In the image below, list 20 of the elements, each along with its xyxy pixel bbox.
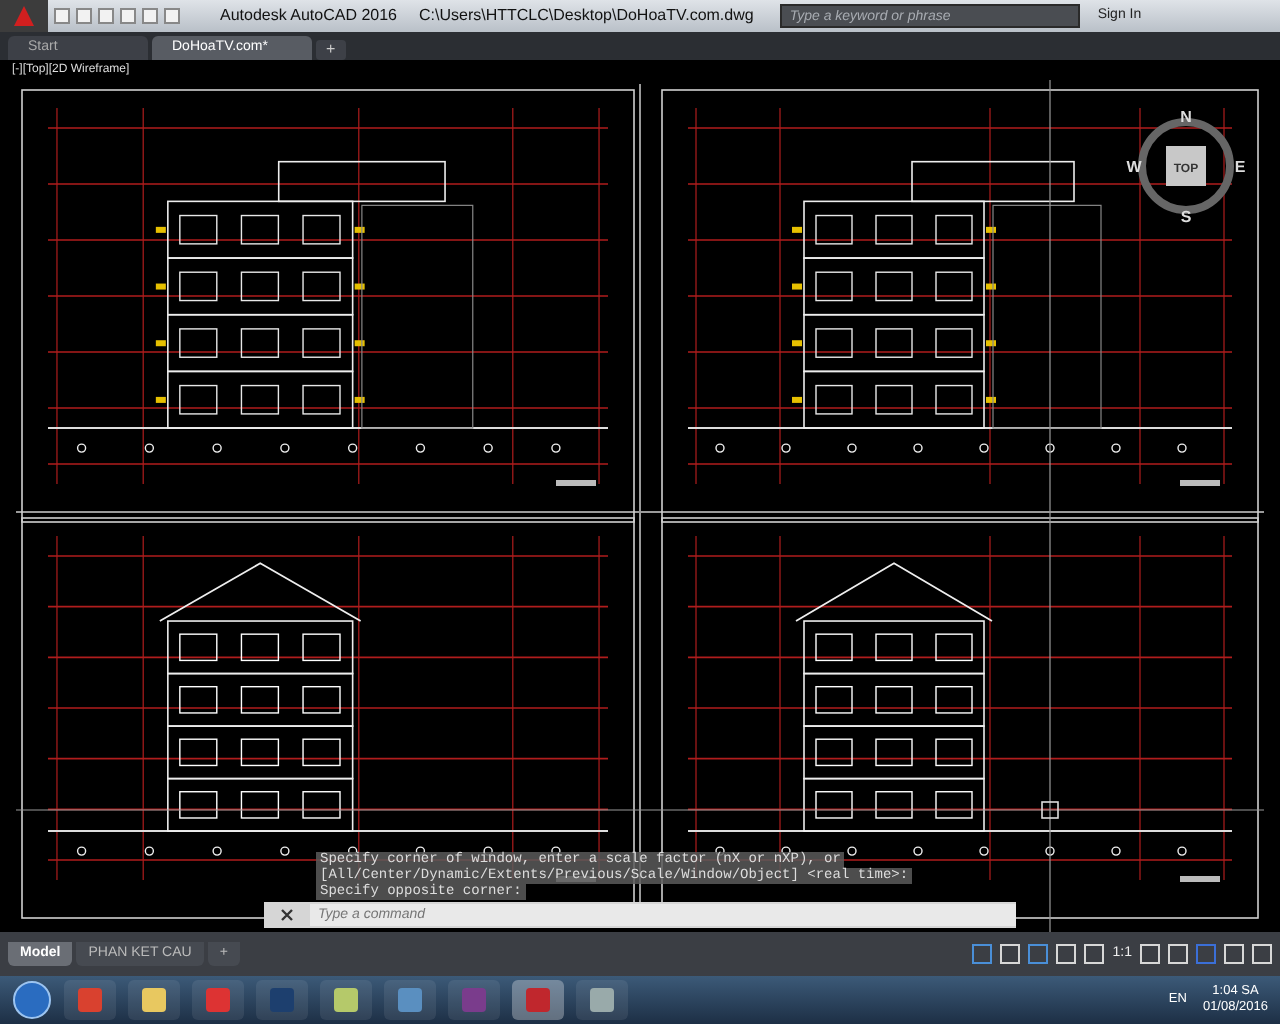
taskbar-app-icon[interactable] xyxy=(384,980,436,1020)
compass-north-label[interactable]: N xyxy=(1180,108,1192,126)
taskbar-app-icon[interactable] xyxy=(576,980,628,1020)
window-title: Autodesk AutoCAD 2016 xyxy=(220,4,398,28)
sheet-title-mark xyxy=(556,480,596,486)
status-toolbar-icon[interactable] xyxy=(972,944,993,964)
compass-east-label[interactable]: E xyxy=(1234,158,1246,176)
sheet-title-mark xyxy=(1180,480,1220,486)
compass-west-label[interactable]: W xyxy=(1126,158,1142,176)
file-path: C:\Users\HTTCLC\Desktop\DoHoaTV.com.dwg xyxy=(419,4,754,28)
status-toolbar-icon[interactable] xyxy=(1028,944,1049,964)
sheet-title-mark xyxy=(1180,876,1220,882)
compass-south-label[interactable]: S xyxy=(1180,208,1192,226)
taskbar-app-icon[interactable] xyxy=(128,980,180,1020)
start-button[interactable] xyxy=(12,976,52,1024)
new-tab-button[interactable]: + xyxy=(316,40,346,60)
view-cube-face[interactable] xyxy=(1166,146,1206,186)
taskbar-app-icon[interactable] xyxy=(320,980,372,1020)
logo-icon[interactable] xyxy=(0,0,48,32)
compass-ring xyxy=(1138,118,1234,214)
